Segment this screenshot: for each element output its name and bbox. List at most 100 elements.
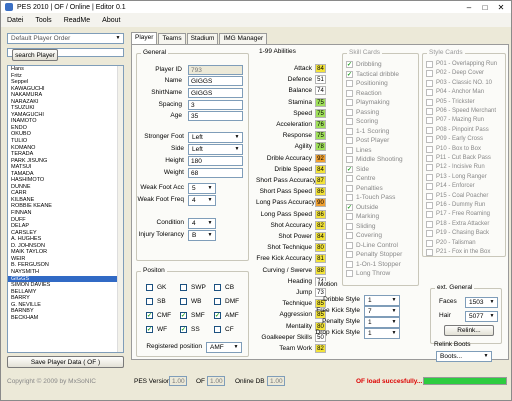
ability-value[interactable]: 76 (315, 120, 326, 129)
skill-card-checkbox[interactable] (346, 70, 353, 78)
ability-value[interactable]: 90 (315, 198, 326, 208)
skill-card-checkbox[interactable] (346, 175, 353, 182)
position-checkbox-gk[interactable] (146, 284, 153, 291)
skill-card-checkbox[interactable] (346, 118, 353, 125)
motion-style-select[interactable]: 1 ▼ (364, 328, 400, 339)
skill-card-checkbox[interactable] (346, 61, 353, 68)
tab-img-manager[interactable]: IMG Manager (219, 33, 268, 44)
position-checkbox-sb[interactable] (146, 298, 153, 305)
style-card-checkbox[interactable] (426, 249, 433, 256)
position-checkbox-ss[interactable] (180, 326, 187, 333)
ability-value[interactable]: 84 (315, 232, 326, 241)
skill-card-checkbox[interactable] (346, 80, 353, 87)
motion-style-select[interactable]: 1 ▼ (364, 317, 400, 328)
position-checkbox-swp[interactable] (180, 284, 187, 291)
height-field[interactable]: 180 (188, 156, 243, 166)
list-item[interactable]: BECKHAM (8, 315, 123, 322)
style-card-checkbox[interactable] (426, 155, 433, 162)
spacing-field[interactable]: 3 (188, 100, 243, 110)
style-card-checkbox[interactable] (426, 70, 433, 78)
skill-card-checkbox[interactable] (346, 99, 353, 106)
position-checkbox-amf[interactable] (214, 312, 221, 319)
skill-card-checkbox[interactable] (346, 270, 353, 277)
registered-position-select[interactable]: AMF ▼ (206, 342, 242, 353)
maximize-icon[interactable]: □ (477, 1, 493, 13)
style-card-checkbox[interactable] (426, 126, 433, 134)
style-card-checkbox[interactable] (426, 220, 433, 228)
search-player-button[interactable]: search Player (12, 49, 58, 61)
style-card-checkbox[interactable] (426, 183, 433, 191)
ability-value[interactable]: 75 (315, 131, 326, 141)
skill-card-checkbox[interactable] (346, 232, 353, 239)
age-field[interactable]: 35 (188, 111, 243, 121)
skill-card-checkbox[interactable] (346, 89, 353, 97)
ability-value[interactable]: 86 (315, 209, 326, 219)
ability-value[interactable]: 82 (315, 344, 326, 353)
relink-button[interactable]: Relink... (444, 325, 494, 336)
weak-foot-freq-select[interactable]: 4 ▼ (188, 195, 216, 206)
condition-select[interactable]: 4 ▼ (188, 218, 216, 229)
menu-about[interactable]: About (102, 17, 120, 24)
injury-tolerancy-select[interactable]: B ▼ (188, 230, 216, 241)
style-card-checkbox[interactable] (426, 192, 433, 200)
position-checkbox-smf[interactable] (180, 312, 187, 319)
stronger-foot-select[interactable]: Left ▼ (188, 132, 243, 143)
close-icon[interactable]: ✕ (493, 1, 509, 13)
skill-card-checkbox[interactable] (346, 108, 353, 116)
skill-card-checkbox[interactable] (346, 127, 353, 135)
player-order-select[interactable]: Default Player Order ▼ (7, 33, 124, 44)
player-list-scrollbar[interactable] (117, 66, 123, 352)
style-card-checkbox[interactable] (426, 211, 433, 219)
side-select[interactable]: Left ▼ (188, 144, 243, 155)
weight-field[interactable]: 68 (188, 168, 243, 178)
faces-select[interactable]: 1503 ▼ (465, 297, 498, 308)
skill-card-checkbox[interactable] (346, 156, 353, 163)
ability-value[interactable]: 78 (315, 142, 326, 152)
style-card-checkbox[interactable] (426, 230, 433, 238)
skill-card-checkbox[interactable] (346, 137, 353, 144)
ability-value[interactable]: 88 (315, 265, 326, 275)
skill-card-checkbox[interactable] (346, 184, 353, 192)
ability-value[interactable]: 92 (315, 153, 326, 163)
tab-player[interactable]: Player (131, 32, 158, 44)
style-card-checkbox[interactable] (426, 202, 433, 209)
style-card-checkbox[interactable] (426, 117, 433, 125)
skill-card-checkbox[interactable] (346, 165, 353, 173)
ability-value[interactable]: 86 (315, 187, 326, 197)
menu-tools[interactable]: Tools (35, 17, 51, 24)
style-card-checkbox[interactable] (426, 173, 433, 181)
hair-select[interactable]: 5077 ▼ (465, 311, 498, 322)
ability-value[interactable]: 84 (315, 164, 326, 174)
ability-value[interactable]: 75 (315, 97, 326, 107)
style-card-checkbox[interactable] (426, 108, 433, 115)
position-checkbox-cb[interactable] (214, 284, 221, 291)
skill-card-checkbox[interactable] (346, 260, 353, 268)
tab-teams[interactable]: Teams (158, 33, 186, 44)
shirtname-field[interactable]: GIGGS (188, 88, 243, 98)
style-card-checkbox[interactable] (426, 136, 433, 144)
ability-value[interactable]: 75 (315, 108, 326, 118)
ability-value[interactable]: 87 (315, 176, 326, 185)
position-checkbox-cmf[interactable] (146, 312, 153, 319)
skill-card-checkbox[interactable] (346, 222, 353, 230)
style-card-checkbox[interactable] (426, 61, 433, 68)
style-card-checkbox[interactable] (426, 79, 433, 87)
style-card-checkbox[interactable] (426, 89, 433, 97)
boots-select[interactable]: Boots... ▼ (436, 351, 492, 362)
position-checkbox-wb[interactable] (180, 298, 187, 305)
weak-foot-acc-select[interactable]: 5 ▼ (188, 183, 216, 194)
menu-readme[interactable]: ReadMe (64, 17, 90, 24)
style-card-checkbox[interactable] (426, 239, 433, 247)
skill-card-checkbox[interactable] (346, 194, 353, 201)
ability-value[interactable]: 51 (315, 75, 326, 85)
style-card-checkbox[interactable] (426, 98, 433, 106)
name-field[interactable]: GIGGS (188, 76, 243, 86)
skill-card-checkbox[interactable] (346, 241, 353, 249)
ability-value[interactable]: 82 (315, 220, 326, 230)
tab-stadium[interactable]: Stadium (186, 33, 219, 44)
motion-style-select[interactable]: 7 ▼ (364, 306, 400, 317)
ability-value[interactable]: 81 (315, 254, 326, 264)
minimize-icon[interactable]: – (461, 1, 477, 13)
position-checkbox-cf[interactable] (214, 326, 221, 333)
player-list[interactable]: Hans Fritz Seppel KAWAGUCHI NAKAMURA NARAZAKI… (7, 65, 124, 353)
